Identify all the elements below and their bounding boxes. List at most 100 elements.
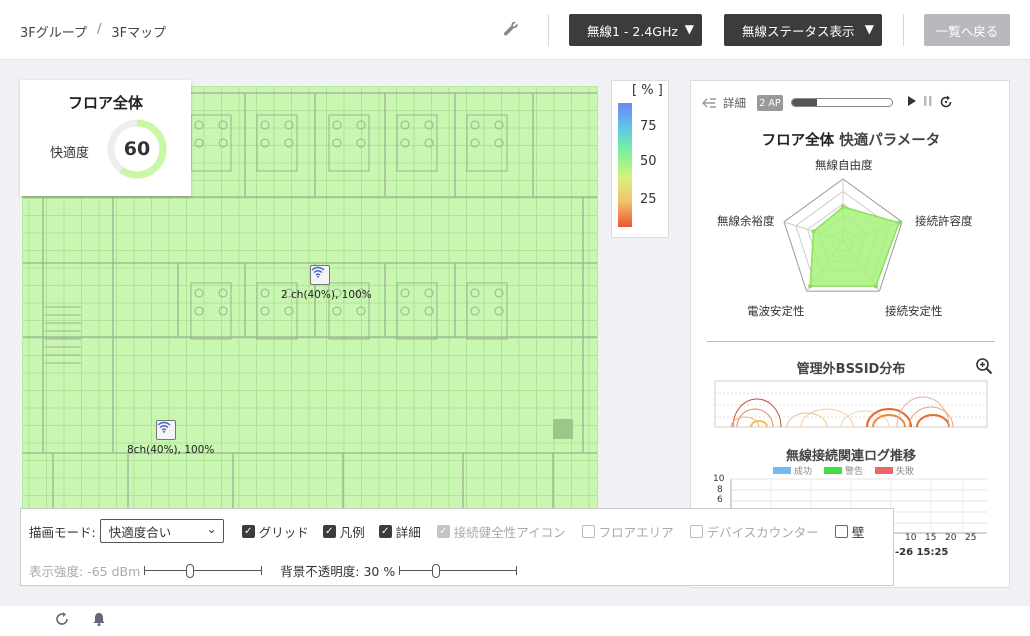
bg-opacity-label: 背景不透明度: 30 % [280,564,396,579]
panel-divider [707,341,995,342]
log-y-tick: 8 [717,485,723,495]
slider-thumb[interactable] [186,563,195,578]
checkbox-box[interactable] [834,524,848,538]
log-y-tick: 10 [713,474,725,484]
radar-label: 無線余裕度 [717,214,775,228]
chevron-down-icon: ⌄ [206,522,217,536]
toolbar-row-options: 描画モード: 快適度合い ⌄ ✓ グリッド ✓ 凡例 ✓ 詳細 ✓ 接続健全性アイコン … [29,519,864,543]
log-x-tick: 10 [905,533,917,543]
wrench-icon[interactable] [502,20,520,38]
bg-opacity-slider[interactable] [399,563,518,579]
log-legend-label: 警告 [845,467,864,477]
radar-value-area [809,206,900,287]
floor-pillar [553,419,573,439]
grid-checkbox[interactable]: ✓ グリッド [241,522,309,541]
legend-color-bar [618,103,632,227]
device-counter-checkbox[interactable]: デバイスカウンター [689,522,819,541]
legend-unit: [ % ] [632,83,663,98]
log-legend-label: 失敗 [896,467,915,477]
color-legend: [ % ] 75 50 25 [611,80,669,238]
radar-value-point [873,283,878,289]
draw-mode-label: 描画モード: [29,524,96,540]
radio-band-select[interactable]: 無線1 - 2.4GHz ▼ [569,14,702,46]
legend-tick: 25 [640,192,657,207]
checkbox-box[interactable]: ✓ [322,524,336,538]
draw-mode-select[interactable]: 快適度合い ⌄ [99,519,224,543]
log-x-tick: 20 [945,533,957,543]
slider-track [144,569,263,571]
access-point-icon[interactable] [156,420,176,440]
signal-strength-label: 表示強度: -65 dBm [29,564,141,579]
main-area: 2 ch(40%), 100% 8ch(40%), 100% フロア全体 快適度… [0,60,1030,606]
checkbox-box[interactable]: ✓ [378,524,392,538]
log-legend-item: 警告 [824,464,863,477]
radar-value-point [808,283,813,289]
log-date-label: -26 15:25 [895,547,949,558]
slider-cap [261,565,263,575]
comfort-value: 60 [123,138,151,160]
chevron-down-icon: ▼ [684,22,694,36]
slider-track [399,569,518,571]
checkbox-box[interactable] [581,524,595,538]
radar-value-point [811,229,816,234]
comfort-radar-chart [783,178,903,292]
checkbox-label: デバイスカウンター [706,524,819,540]
toolbar-row-sliders: 表示強度: -65 dBm 背景不透明度: 30 % [29,561,518,580]
legend-checkbox[interactable]: ✓ 凡例 [322,522,365,541]
bssid-distribution-chart [714,380,988,428]
footer-bar [0,606,1030,636]
comfort-label: 快適度 [50,146,90,161]
radar-value-point [896,220,902,225]
slider-cap [399,565,401,575]
slider-cap [144,565,146,575]
wifi-icon [157,421,171,433]
checkbox-label: 凡例 [339,524,365,540]
checkbox-label: 壁 [851,524,865,540]
access-point-label: 8ch(40%), 100% [127,444,215,456]
log-legend-swatch [824,467,843,474]
breadcrumb-group[interactable]: 3Fグループ [20,22,87,41]
breadcrumb-separator: / [96,22,102,37]
signal-strength-slider[interactable] [144,563,263,579]
log-legend-swatch [875,467,894,474]
header-divider [903,14,904,46]
log-x-tick: 25 [965,533,977,543]
breadcrumb: 3Fグループ / 3Fマップ [20,22,166,41]
reload-icon[interactable] [54,611,70,630]
log-legend-item: 成功 [773,464,812,477]
floor-area-checkbox[interactable]: フロアエリア [581,522,674,541]
log-legend-swatch [773,467,791,474]
floor-summary-card: フロア全体 快適度 60 [20,80,191,196]
radar-label: 接続許容度 [915,214,973,228]
header-divider [548,14,549,46]
access-point-icon[interactable] [310,265,330,285]
radar-label: 電波安定性 [747,304,805,318]
view-mode-select[interactable]: 無線ステータス表示 ▼ [724,14,882,46]
draw-mode-select-value: 快適度合い [108,524,172,540]
log-legend-item: 失敗 [875,464,914,477]
checkbox-box[interactable]: ✓ [241,524,255,538]
connection-log-title: 無線接続関連ログ推移 [785,449,916,464]
bell-icon[interactable] [91,611,107,630]
checkbox-label: 詳細 [395,524,421,540]
map-toolbar: 描画モード: 快適度合い ⌄ ✓ グリッド ✓ 凡例 ✓ 詳細 ✓ 接続健全性アイコン … [20,508,894,586]
detail-checkbox[interactable]: ✓ 詳細 [378,522,421,541]
checkbox-box[interactable]: ✓ [436,524,450,538]
checkbox-label: フロアエリア [598,524,674,540]
breadcrumb-map: 3Fマップ [111,26,167,41]
checkbox-label: 接続健全性アイコン [453,524,566,540]
radar-label: 接続安定性 [885,304,943,318]
wall-checkbox[interactable]: 壁 [834,522,865,541]
back-to-list-button[interactable]: 一覧へ戻る [924,14,1010,46]
wifi-icon [311,266,325,278]
radio-band-select-value: 無線1 - 2.4GHz [587,23,678,39]
radar-value-point [840,204,846,210]
chevron-down-icon: ▼ [864,22,874,36]
health-icon-checkbox[interactable]: ✓ 接続健全性アイコン [436,522,566,541]
slider-thumb[interactable] [432,563,441,578]
legend-tick: 50 [640,154,657,169]
header: 3Fグループ / 3Fマップ 無線1 - 2.4GHz ▼ 無線ステータス表示 … [0,0,1030,60]
legend-tick: 75 [640,119,657,134]
checkbox-box[interactable] [689,524,703,538]
checkbox-label: グリッド [258,524,309,540]
